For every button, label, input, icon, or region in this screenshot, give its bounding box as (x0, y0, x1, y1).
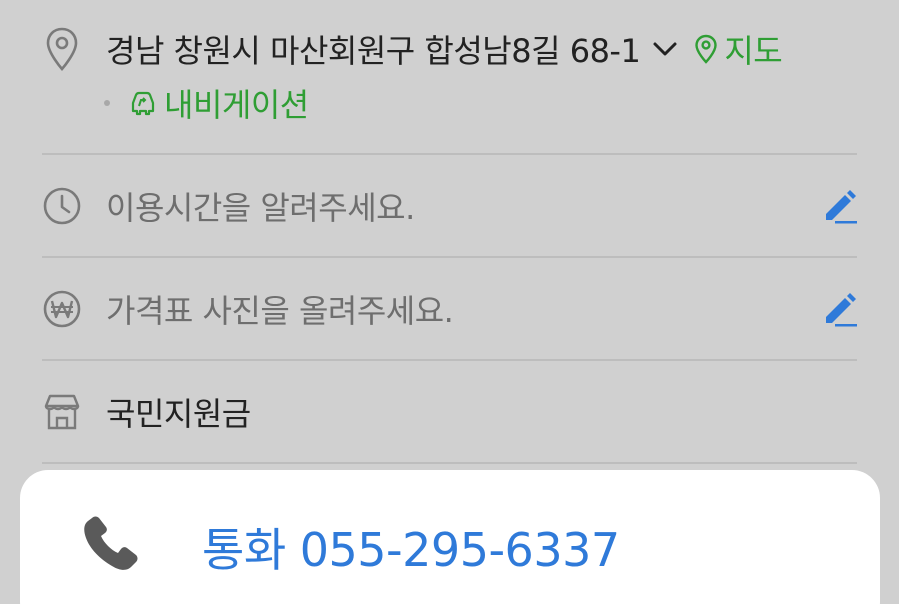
location-pin-icon (42, 27, 82, 71)
subsidy-label: 국민지원금 (106, 395, 251, 433)
price-placeholder: 가격표 사진을 올려주세요. (106, 292, 454, 330)
hours-row[interactable]: 이용시간을 알려주세요. (42, 180, 857, 232)
address-text[interactable]: 경남 창원시 마산회원구 합성남8길 68-1 (106, 26, 641, 72)
call-label: 통화 055-295-6337 (202, 523, 620, 577)
divider (42, 256, 857, 258)
chevron-down-icon[interactable] (652, 40, 678, 58)
separator-dot (104, 100, 110, 106)
divider (42, 359, 857, 361)
divider (42, 462, 857, 464)
place-info-panel: 경남 창원시 마산회원구 합성남8길 68-1 지도 내비게이션 이용시간을 알… (0, 0, 899, 604)
subsidy-row: 국민지원금 (42, 386, 857, 438)
pencil-icon[interactable] (821, 188, 857, 224)
phone-icon (78, 512, 142, 576)
won-icon (42, 289, 82, 329)
navigation-label: 내비게이션 (164, 86, 309, 124)
hours-placeholder: 이용시간을 알려주세요. (106, 189, 415, 227)
map-label: 지도 (724, 32, 783, 70)
address-row: 경남 창원시 마산회원구 합성남8길 68-1 지도 (42, 26, 857, 72)
navigation-link[interactable]: 내비게이션 (128, 80, 309, 126)
pencil-icon[interactable] (821, 291, 857, 327)
map-pin-icon (695, 34, 718, 64)
car-navigation-icon (131, 91, 155, 116)
divider (42, 153, 857, 155)
navigation-row: 내비게이션 (104, 80, 309, 126)
clock-icon (42, 186, 82, 226)
price-row[interactable]: 가격표 사진을 올려주세요. (42, 283, 857, 335)
map-link[interactable]: 지도 (694, 26, 783, 72)
store-icon (42, 392, 82, 432)
call-button[interactable]: 통화 055-295-6337 (20, 470, 880, 604)
